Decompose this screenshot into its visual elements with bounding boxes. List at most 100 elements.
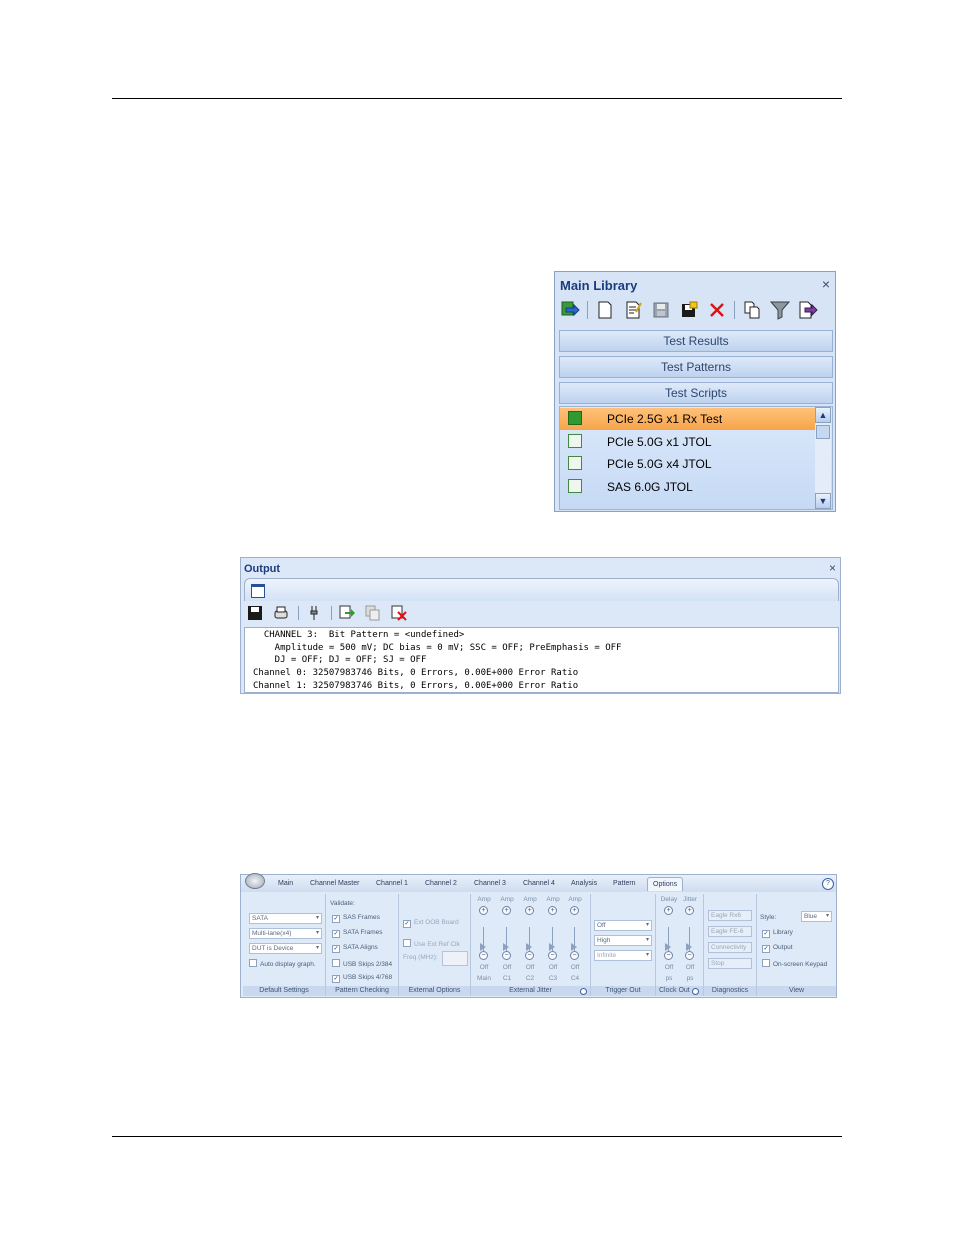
trigger-level-select[interactable]: High	[594, 935, 652, 946]
dialog-launcher-icon[interactable]	[580, 988, 587, 995]
dialog-launcher-icon[interactable]	[692, 988, 699, 995]
checkbox-box[interactable]	[249, 959, 257, 967]
help-icon[interactable]: ?	[822, 878, 834, 890]
tab-channel-1[interactable]: Channel 1	[376, 880, 408, 887]
test-results-section[interactable]: Test Results	[559, 330, 833, 352]
test-patterns-section[interactable]: Test Patterns	[559, 356, 833, 378]
eagle-fe6-button[interactable]: Eagle FE-6	[708, 926, 752, 937]
plus-icon[interactable]: +	[548, 906, 557, 915]
save-all-icon[interactable]	[678, 300, 700, 320]
minus-icon[interactable]: −	[570, 951, 579, 960]
export-icon[interactable]	[797, 300, 819, 320]
export-log-icon[interactable]	[338, 604, 356, 622]
slider-thumb-icon[interactable]	[665, 943, 671, 951]
list-item[interactable]: PCIe 5.0G x4 JTOL	[560, 453, 816, 475]
trigger-duration-select[interactable]: Infinite	[594, 950, 652, 961]
edit-icon[interactable]	[622, 300, 644, 320]
save-icon[interactable]	[650, 300, 672, 320]
list-scrollbar[interactable]: ▲ ▼	[815, 407, 831, 509]
checkbox-box[interactable]	[403, 939, 411, 947]
tab-analysis[interactable]: Analysis	[571, 880, 597, 887]
checkbox-box[interactable]: ✓	[332, 930, 340, 938]
auto-display-checkbox[interactable]: Auto display graph.	[249, 959, 316, 968]
output-close-button[interactable]: ×	[829, 561, 836, 575]
delete-icon[interactable]	[706, 300, 728, 320]
list-item[interactable]: SAS 6.0G JTOL	[560, 476, 816, 498]
copy-log-icon[interactable]	[364, 604, 382, 622]
minus-icon[interactable]: −	[685, 951, 694, 960]
jitter-slider-c2[interactable]: Amp + − Off C2	[520, 896, 540, 982]
jitter-slider-main[interactable]: Amp + − Off Main	[474, 896, 494, 982]
checkbox-box[interactable]	[332, 959, 340, 967]
sas-frames-checkbox[interactable]: ✓ SAS Frames	[332, 914, 380, 923]
minus-icon[interactable]: −	[548, 951, 557, 960]
status-checkbox[interactable]	[568, 479, 582, 493]
library-close-button[interactable]: ×	[822, 276, 830, 292]
tab-channel-master[interactable]: Channel Master	[310, 880, 359, 887]
save-icon[interactable]	[246, 604, 264, 622]
slider-thumb-icon[interactable]	[480, 943, 486, 951]
tab-pattern[interactable]: Pattern	[613, 880, 636, 887]
checkbox-box[interactable]: ✓	[332, 915, 340, 923]
trigger-mode-select[interactable]: Off	[594, 920, 652, 931]
clock-delay-slider[interactable]: Delay + − Off ps	[659, 896, 679, 982]
print-icon[interactable]	[272, 604, 290, 622]
settings-icon[interactable]	[305, 604, 323, 622]
test-scripts-section[interactable]: Test Scripts	[559, 382, 833, 404]
clear-log-icon[interactable]	[390, 604, 408, 622]
plus-icon[interactable]: +	[502, 906, 511, 915]
checkbox-box[interactable]: ✓	[332, 945, 340, 953]
minus-icon[interactable]: −	[479, 951, 488, 960]
use-ext-ref-checkbox[interactable]: Use Ext Ref Clk	[403, 939, 460, 948]
protocol-select[interactable]: SATA	[249, 913, 322, 924]
clock-jitter-slider[interactable]: Jitter + − Off ps	[680, 896, 700, 982]
tab-channel-4[interactable]: Channel 4	[523, 880, 555, 887]
scroll-up-icon[interactable]: ▲	[815, 407, 831, 423]
scroll-thumb[interactable]	[816, 425, 830, 439]
filter-icon[interactable]	[769, 300, 791, 320]
import-icon[interactable]	[559, 300, 581, 320]
slider-thumb-icon[interactable]	[526, 943, 532, 951]
plus-icon[interactable]: +	[685, 906, 694, 915]
ext-oob-checkbox[interactable]: ✓ Ext OOB Board	[403, 919, 459, 928]
slider-thumb-icon[interactable]	[549, 943, 555, 951]
window-icon[interactable]	[251, 584, 265, 598]
slider-thumb-icon[interactable]	[686, 943, 692, 951]
keypad-checkbox[interactable]: On-screen Keypad	[762, 959, 827, 968]
lane-select[interactable]: Multi-lane(x4)	[249, 928, 322, 939]
slider-thumb-icon[interactable]	[503, 943, 509, 951]
sata-frames-checkbox[interactable]: ✓ SATA Frames	[332, 929, 383, 938]
copy-icon[interactable]	[741, 300, 763, 320]
tab-channel-3[interactable]: Channel 3	[474, 880, 506, 887]
checkbox-box[interactable]: ✓	[332, 975, 340, 983]
minus-icon[interactable]: −	[525, 951, 534, 960]
list-item[interactable]: PCIe 2.5G x1 Rx Test	[560, 408, 816, 430]
jitter-slider-c1[interactable]: Amp + − Off C1	[497, 896, 517, 982]
checkbox-box[interactable]: ✓	[403, 920, 411, 928]
status-checkbox[interactable]	[568, 456, 582, 470]
plus-icon[interactable]: +	[479, 906, 488, 915]
checkbox-box[interactable]	[762, 959, 770, 967]
status-checkbox[interactable]	[568, 411, 582, 425]
slider-thumb-icon[interactable]	[571, 943, 577, 951]
sata-aligns-checkbox[interactable]: ✓ SATA Aligns	[332, 944, 378, 953]
dut-select[interactable]: DUT is Device	[249, 943, 322, 954]
freq-input[interactable]	[442, 951, 468, 966]
checkbox-box[interactable]: ✓	[762, 930, 770, 938]
library-checkbox[interactable]: ✓ Library	[762, 929, 793, 938]
usb-skips-384-checkbox[interactable]: USB Skips 2/384	[332, 959, 392, 968]
new-icon[interactable]	[594, 300, 616, 320]
usb-skips-768-checkbox[interactable]: ✓ USB Skips 4/768	[332, 974, 392, 983]
output-checkbox[interactable]: ✓ Output	[762, 944, 793, 953]
jitter-slider-c4[interactable]: Amp + − Off C4	[565, 896, 585, 982]
eagle-rx6-button[interactable]: Eagle Rx6	[708, 910, 752, 921]
checkbox-box[interactable]: ✓	[762, 945, 770, 953]
tab-main[interactable]: Main	[278, 880, 293, 887]
stop-button[interactable]: Stop	[708, 958, 752, 969]
minus-icon[interactable]: −	[664, 951, 673, 960]
application-menu-icon[interactable]	[245, 873, 265, 889]
status-checkbox[interactable]	[568, 434, 582, 448]
tab-channel-2[interactable]: Channel 2	[425, 880, 457, 887]
minus-icon[interactable]: −	[502, 951, 511, 960]
style-select[interactable]: Blue	[801, 911, 832, 922]
